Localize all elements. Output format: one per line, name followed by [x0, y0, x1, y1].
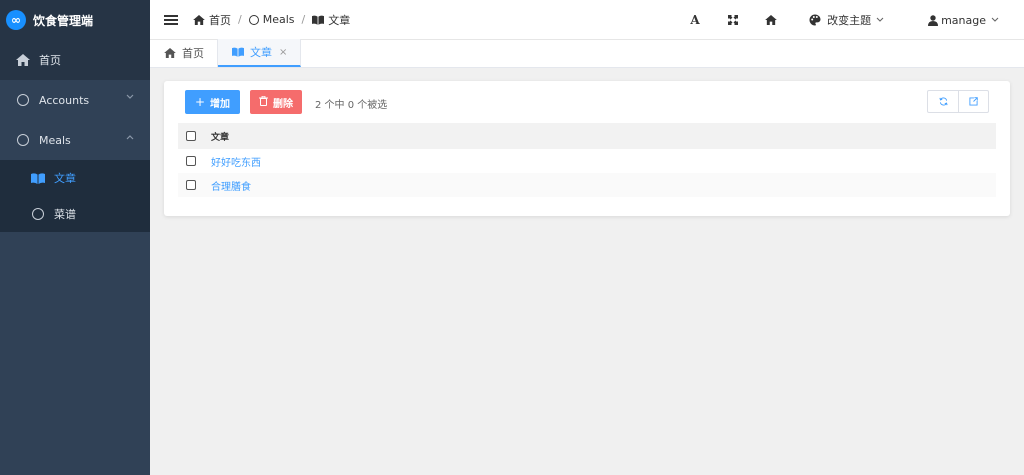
sidebar-item-meals[interactable]: Meals	[0, 120, 150, 160]
home-icon	[765, 15, 777, 25]
articles-table: 文章 好好吃东西 合理膳食	[178, 123, 996, 197]
selection-info: 2 个中 0 个被选	[315, 100, 388, 111]
breadcrumb-label: Meals	[262, 13, 295, 26]
book-icon	[232, 47, 244, 57]
article-link[interactable]: 合理膳食	[211, 178, 251, 193]
trash-icon	[259, 95, 268, 109]
breadcrumb-separator: /	[301, 13, 306, 26]
user-dropdown[interactable]: manage	[928, 0, 1002, 40]
breadcrumb-label: 首页	[209, 13, 231, 27]
circle-icon	[16, 133, 30, 147]
home-button[interactable]	[751, 0, 791, 40]
breadcrumb-separator: /	[238, 13, 242, 26]
home-icon	[164, 48, 176, 58]
breadcrumb-item-meals[interactable]: Meals	[248, 13, 295, 26]
circle-icon	[31, 207, 45, 221]
logo[interactable]: ∞ 饮食管理端	[0, 0, 150, 40]
tab-label: 首页	[182, 47, 204, 60]
refresh-icon	[938, 97, 948, 106]
home-icon	[16, 53, 30, 67]
palette-icon	[809, 14, 821, 26]
table-header-row: 文章	[178, 123, 996, 149]
breadcrumb: 首页 / Meals / 文章	[193, 12, 350, 28]
sidebar-item-recipes[interactable]: 菜谱	[0, 196, 150, 232]
refresh-button[interactable]	[928, 91, 958, 112]
fullscreen-icon	[728, 15, 739, 25]
sidebar: ∞ 饮食管理端 首页 Accounts Meals 文章 菜谱	[0, 0, 150, 475]
book-icon	[31, 171, 45, 185]
close-icon[interactable]: ×	[279, 47, 287, 58]
hamburger-icon[interactable]	[164, 13, 178, 27]
content-card: + 增加 删除 2 个中 0 个被选 文章 好好吃东西 合理膳食	[164, 81, 1010, 216]
user-name: manage	[941, 13, 986, 27]
breadcrumb-item-articles: 文章	[312, 12, 350, 28]
breadcrumb-label: 文章	[328, 13, 351, 27]
sidebar-item-articles[interactable]: 文章	[0, 160, 150, 196]
breadcrumb-item-home[interactable]: 首页	[193, 12, 231, 28]
logo-icon: ∞	[6, 10, 26, 30]
table-tools	[927, 90, 989, 113]
chevron-up-icon	[126, 133, 134, 143]
export-button[interactable]	[958, 91, 988, 112]
sidebar-item-accounts[interactable]: Accounts	[0, 80, 150, 120]
sidebar-menu: 首页 Accounts Meals 文章 菜谱	[0, 40, 150, 232]
top-navbar: 首页 / Meals / 文章 A 改变主题 manage	[150, 0, 1024, 40]
home-icon	[193, 14, 205, 25]
delete-button-label: 删除	[273, 98, 293, 110]
table-row: 好好吃东西	[178, 149, 996, 173]
table-row: 合理膳食	[178, 173, 996, 197]
tab-articles[interactable]: 文章 ×	[218, 39, 302, 67]
app-title: 饮食管理端	[33, 13, 94, 28]
user-icon	[928, 14, 939, 26]
sidebar-item-label: Meals	[39, 133, 71, 147]
font-size-button[interactable]: A	[677, 0, 713, 40]
plus-icon: +	[194, 95, 206, 109]
chevron-down-icon	[991, 16, 1002, 25]
meals-submenu: 文章 菜谱	[0, 160, 150, 232]
tab-label: 文章	[250, 46, 272, 59]
add-button[interactable]: + 增加	[185, 90, 240, 114]
tab-home[interactable]: 首页	[150, 39, 218, 67]
column-header-article[interactable]: 文章	[211, 130, 229, 143]
theme-dropdown[interactable]: 改变主题	[809, 0, 890, 40]
sidebar-item-label: 菜谱	[54, 208, 76, 221]
sidebar-item-home[interactable]: 首页	[0, 40, 150, 80]
book-icon	[312, 15, 325, 25]
sidebar-item-label: Accounts	[39, 93, 90, 107]
add-button-label: 增加	[210, 98, 231, 110]
fullscreen-button[interactable]	[715, 0, 751, 40]
export-icon	[969, 97, 978, 106]
tabs-bar: 首页 文章 ×	[150, 39, 1024, 68]
article-link[interactable]: 好好吃东西	[211, 154, 261, 169]
circle-icon	[16, 93, 30, 107]
row-checkbox[interactable]	[186, 156, 196, 166]
row-checkbox[interactable]	[186, 180, 196, 190]
theme-label: 改变主题	[827, 14, 872, 27]
sidebar-item-label: 文章	[54, 172, 76, 185]
chevron-down-icon	[876, 16, 890, 25]
chevron-down-icon	[126, 93, 134, 103]
circle-icon	[248, 14, 259, 25]
select-all-checkbox[interactable]	[186, 131, 196, 141]
delete-button[interactable]: 删除	[250, 90, 302, 114]
header-tools: A 改变主题 manage	[677, 0, 1024, 40]
sidebar-item-label: 首页	[39, 54, 61, 67]
